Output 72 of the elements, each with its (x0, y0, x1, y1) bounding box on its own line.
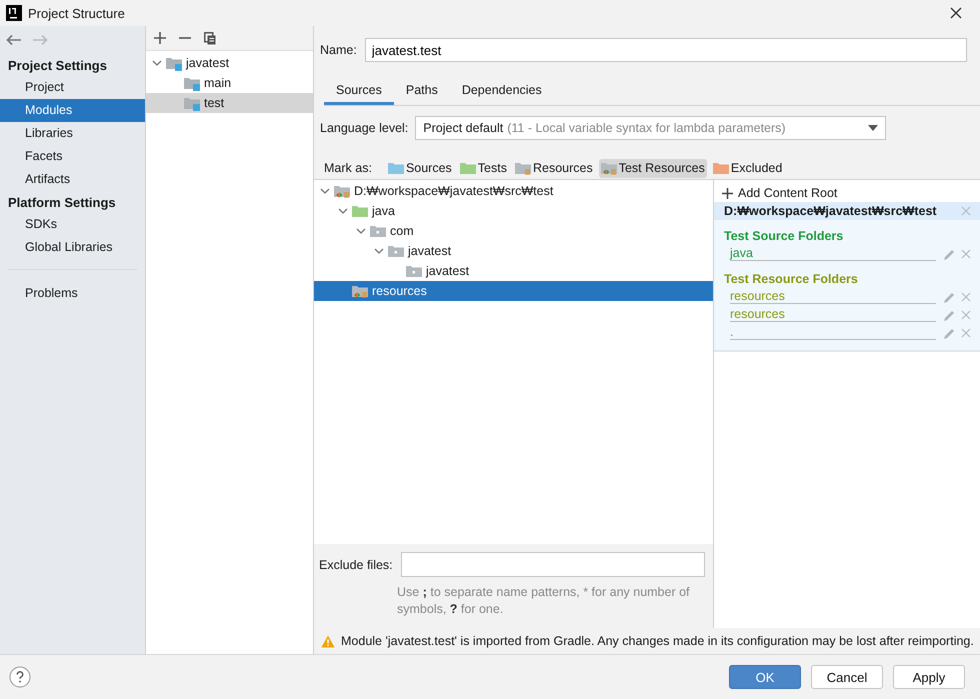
name-label: Name: (320, 43, 357, 57)
add-icon[interactable] (722, 188, 733, 198)
dialog-button[interactable]: Apply (893, 665, 965, 689)
sidebar-item[interactable]: Libraries (0, 122, 145, 145)
add-icon[interactable] (154, 32, 166, 44)
folder-tree-item[interactable]: javatest (314, 261, 713, 281)
module-folder-icon (166, 56, 182, 70)
module-folder-icon (184, 96, 200, 110)
expanded-chevron-icon[interactable] (152, 58, 162, 68)
close-icon[interactable] (950, 7, 962, 19)
dropdown-caret-icon[interactable] (868, 125, 878, 131)
back-arrow-icon[interactable] (6, 34, 22, 46)
resource-folder-icon (352, 284, 368, 298)
sidebar-item[interactable]: Artifacts (0, 168, 145, 191)
sidebar-item[interactable]: SDKs (0, 213, 145, 236)
folder-tree-item[interactable]: javatest (314, 241, 713, 261)
exclude-files-label: Exclude files: (319, 558, 393, 572)
window-title: Project Structure (28, 6, 125, 20)
sidebar-item[interactable]: Facets (0, 145, 145, 168)
mark-as-button[interactable]: Sources (386, 158, 454, 178)
folder-entry: resources (730, 308, 936, 322)
add-content-root-button[interactable]: Add Content Root (714, 180, 980, 202)
folder-tree-item[interactable]: java (314, 201, 713, 221)
warning-icon (321, 634, 335, 648)
mark-as-label: Mark as: (324, 161, 372, 175)
tab[interactable]: Sources (324, 79, 394, 105)
language-level-dropdown[interactable]: Project default (11 - Local variable syntax for lambda parameters) (415, 116, 886, 140)
help-button[interactable] (9, 666, 31, 688)
package-folder-icon (406, 264, 422, 278)
sidebar-item[interactable]: Problems (0, 282, 145, 305)
folder-tree-item[interactable]: com (314, 221, 713, 241)
content-root-path: D:₩workspace₩javatest₩src₩test (724, 204, 937, 218)
folder-entry: java (730, 247, 936, 261)
folder-group-title: Test Resource Folders (723, 271, 859, 288)
resource-folder-icon (334, 184, 350, 198)
sidebar-item[interactable]: Modules (0, 99, 145, 122)
mark-as-button[interactable]: Tests (458, 158, 509, 178)
module-folder-icon (184, 76, 200, 90)
resource-folder-icon (514, 160, 531, 176)
package-folder-icon (370, 224, 386, 238)
resource-folder-icon (600, 160, 617, 176)
folder-icon (460, 160, 476, 176)
folder-icon (712, 160, 729, 176)
module-tree-item[interactable]: main (146, 73, 313, 93)
sidebar-item[interactable]: Global Libraries (0, 236, 145, 259)
exclude-files-field[interactable] (400, 552, 705, 577)
dialog-button[interactable]: OK (729, 665, 801, 689)
folder-icon (388, 160, 404, 176)
module-tree-item[interactable]: test (146, 93, 313, 113)
module-tree-item[interactable]: javatest (146, 53, 313, 73)
folder-tree-item[interactable]: resources (314, 281, 713, 301)
exclude-files-hint: Use ; to separate name patterns, * for any number of symbols, ? for one. (397, 584, 691, 618)
tab[interactable]: Paths (394, 79, 450, 105)
warning-message: Module 'javatest.test' is imported from Gradle. Any changes made in its configuration may be lost after reimporting. (341, 634, 974, 648)
package-folder-icon (388, 244, 404, 258)
mark-as-button[interactable]: Resources (512, 158, 595, 178)
folder-entry: . (730, 326, 936, 340)
language-level-label: Language level: (320, 121, 408, 135)
sidebar-item[interactable]: Project (0, 76, 145, 99)
tab[interactable]: Dependencies (450, 79, 554, 105)
folder-group-title: Test Source Folders (723, 228, 844, 245)
sidebar-section-title: Project Settings (7, 57, 108, 75)
folder-icon (352, 204, 368, 218)
name-field[interactable]: javatest.test (364, 38, 967, 62)
app-logo-icon (6, 5, 22, 21)
folder-tree-item[interactable]: D:₩workspace₩javatest₩src₩test (314, 181, 713, 201)
mark-as-button[interactable]: Excluded (710, 158, 784, 178)
copy-icon[interactable] (204, 32, 216, 44)
sidebar-section-title: Platform Settings (7, 194, 117, 212)
mark-as-button[interactable]: Test Resources (598, 158, 707, 178)
dialog-button[interactable]: Cancel (811, 665, 883, 689)
folder-entry: resources (730, 290, 936, 304)
